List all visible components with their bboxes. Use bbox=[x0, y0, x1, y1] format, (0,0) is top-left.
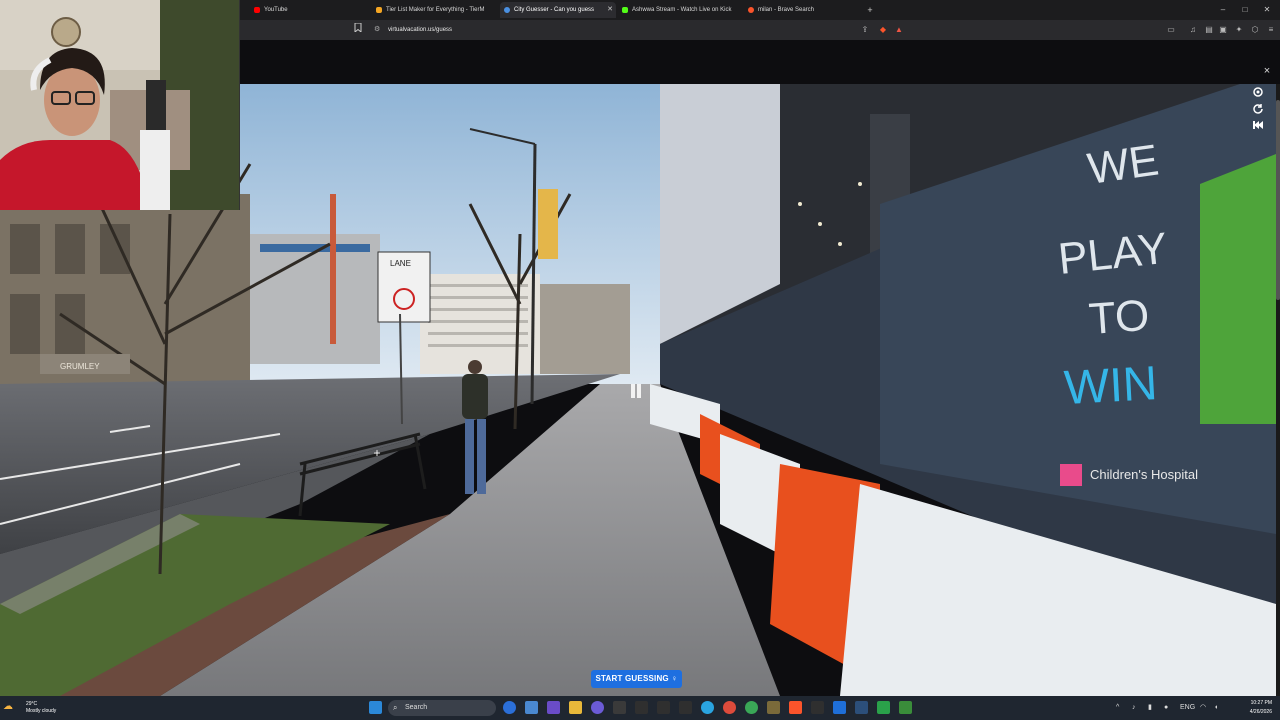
tab-cityguesser[interactable]: City Guesser - Can you guess ✕ bbox=[500, 2, 616, 18]
app-icon[interactable] bbox=[525, 701, 538, 714]
search-placeholder: Search bbox=[405, 704, 428, 711]
app-icon[interactable] bbox=[613, 701, 626, 714]
brave-icon bbox=[748, 7, 754, 13]
tierlist-icon bbox=[376, 7, 382, 13]
xbox-icon[interactable] bbox=[877, 701, 890, 714]
close-window-button[interactable]: ✕ bbox=[1256, 0, 1278, 20]
maximize-button[interactable]: □ bbox=[1234, 0, 1256, 20]
target-icon[interactable] bbox=[1252, 86, 1264, 98]
url-text: virtualvacation.us/guess bbox=[388, 27, 453, 33]
tab-kick[interactable]: Ashwwa Stream - Watch Live on Kick bbox=[618, 2, 742, 18]
refresh-icon[interactable] bbox=[1252, 103, 1264, 115]
taskbar-search[interactable]: ⌕ Search bbox=[388, 700, 496, 716]
clock-time: 10:27 PM bbox=[1250, 700, 1272, 706]
app-icon[interactable] bbox=[899, 701, 912, 714]
chrome-icon[interactable] bbox=[745, 701, 758, 714]
battery-icon[interactable]: ▮ bbox=[1148, 701, 1152, 715]
app-icon[interactable] bbox=[679, 701, 692, 714]
app-icon[interactable] bbox=[657, 701, 670, 714]
sidebar-icon[interactable]: ▭ bbox=[1166, 23, 1176, 37]
file-explorer-icon[interactable] bbox=[569, 701, 582, 714]
brave-rewards-icon[interactable]: ▲ bbox=[894, 23, 904, 37]
new-tab-button[interactable]: + bbox=[862, 0, 878, 20]
globe-icon bbox=[504, 7, 510, 13]
mic-icon[interactable]: ● bbox=[1164, 701, 1168, 715]
edge-icon[interactable] bbox=[503, 701, 516, 714]
banner-text-4: WIN bbox=[1063, 357, 1159, 415]
app-icon[interactable] bbox=[547, 701, 560, 714]
extensions-icon[interactable]: ✦ bbox=[1234, 23, 1244, 37]
minimize-button[interactable]: – bbox=[1212, 0, 1234, 20]
steam-icon[interactable] bbox=[855, 701, 868, 714]
brave-taskbar-icon[interactable] bbox=[789, 701, 802, 714]
bookmark-icon[interactable] bbox=[353, 22, 363, 37]
tab-label: City Guesser - Can you guess bbox=[514, 7, 595, 13]
language-indicator[interactable]: ENG bbox=[1180, 701, 1195, 715]
wallet-icon[interactable]: ▣ bbox=[1218, 23, 1228, 37]
tab-label: Ashwwa Stream - Watch Live on Kick bbox=[632, 7, 732, 13]
tab-youtube[interactable]: YouTube bbox=[250, 2, 370, 18]
share-icon[interactable]: ⇪ bbox=[860, 23, 870, 37]
app-icon[interactable] bbox=[833, 701, 846, 714]
banner-text-1: WE bbox=[1085, 136, 1162, 194]
weather-temp: 29°C bbox=[26, 701, 38, 707]
skip-back-icon[interactable] bbox=[1252, 119, 1264, 131]
app-icon[interactable] bbox=[767, 701, 780, 714]
site-info-icon[interactable]: ⚙ bbox=[374, 23, 380, 37]
app-icon[interactable] bbox=[811, 701, 824, 714]
tray-chevron-icon[interactable]: ^ bbox=[1116, 701, 1119, 715]
wifi-icon[interactable]: ◠ bbox=[1200, 701, 1206, 715]
search-icon: ⌕ bbox=[393, 703, 398, 712]
tab-brave-search[interactable]: milan - Brave Search bbox=[744, 2, 864, 18]
building-sign: GRUMLEY bbox=[60, 362, 100, 371]
banner-logo-text: Children's Hospital bbox=[1090, 467, 1198, 482]
tab-label: Tier List Maker for Everything - TierM bbox=[386, 7, 485, 13]
speaker-icon[interactable]: ♪ bbox=[1132, 701, 1136, 715]
youtube-icon bbox=[254, 7, 260, 13]
weather-widget[interactable]: ☁ 29°C Mostly cloudy bbox=[3, 698, 100, 718]
cursor-icon: + bbox=[373, 446, 381, 460]
telegram-icon[interactable] bbox=[701, 701, 714, 714]
weather-desc: Mostly cloudy bbox=[26, 708, 57, 714]
brave-shields-icon[interactable]: ◆ bbox=[878, 23, 888, 37]
webcam-overlay bbox=[0, 0, 240, 210]
app-icon[interactable] bbox=[635, 701, 648, 714]
parking-sign-text: LANE bbox=[390, 259, 411, 268]
banner-text-3: TO bbox=[1087, 291, 1151, 344]
windows-start-icon[interactable] bbox=[369, 701, 382, 714]
volume-icon[interactable]: ◖ bbox=[1214, 701, 1218, 715]
app-icon[interactable] bbox=[723, 701, 736, 714]
pause-icon[interactable] bbox=[629, 383, 643, 399]
close-tab-icon[interactable]: ✕ bbox=[607, 2, 613, 18]
close-icon[interactable]: × bbox=[1260, 64, 1274, 78]
discord-icon[interactable] bbox=[591, 701, 604, 714]
clock-date: 4/26/2026 bbox=[1249, 709, 1272, 715]
system-clock[interactable]: 10:27 PM 4/26/2026 bbox=[1232, 699, 1272, 717]
start-guessing-button[interactable]: START GUESSING ♀ bbox=[591, 670, 682, 688]
reader-icon[interactable]: ▤ bbox=[1204, 23, 1214, 37]
vpn-icon[interactable]: ⬡ bbox=[1250, 23, 1260, 37]
menu-icon[interactable]: ≡ bbox=[1266, 23, 1276, 37]
tab-label: milan - Brave Search bbox=[758, 7, 815, 13]
weather-icon: ☁ bbox=[3, 701, 13, 712]
tab-label: YouTube bbox=[264, 7, 288, 13]
scrollbar-thumb[interactable] bbox=[1276, 100, 1280, 300]
url-field[interactable]: ⚙ virtualvacation.us/guess bbox=[370, 23, 910, 37]
media-icon[interactable]: ♫ bbox=[1188, 23, 1198, 37]
tab-tierlist[interactable]: Tier List Maker for Everything - TierM bbox=[372, 2, 494, 18]
kick-icon bbox=[622, 7, 628, 13]
